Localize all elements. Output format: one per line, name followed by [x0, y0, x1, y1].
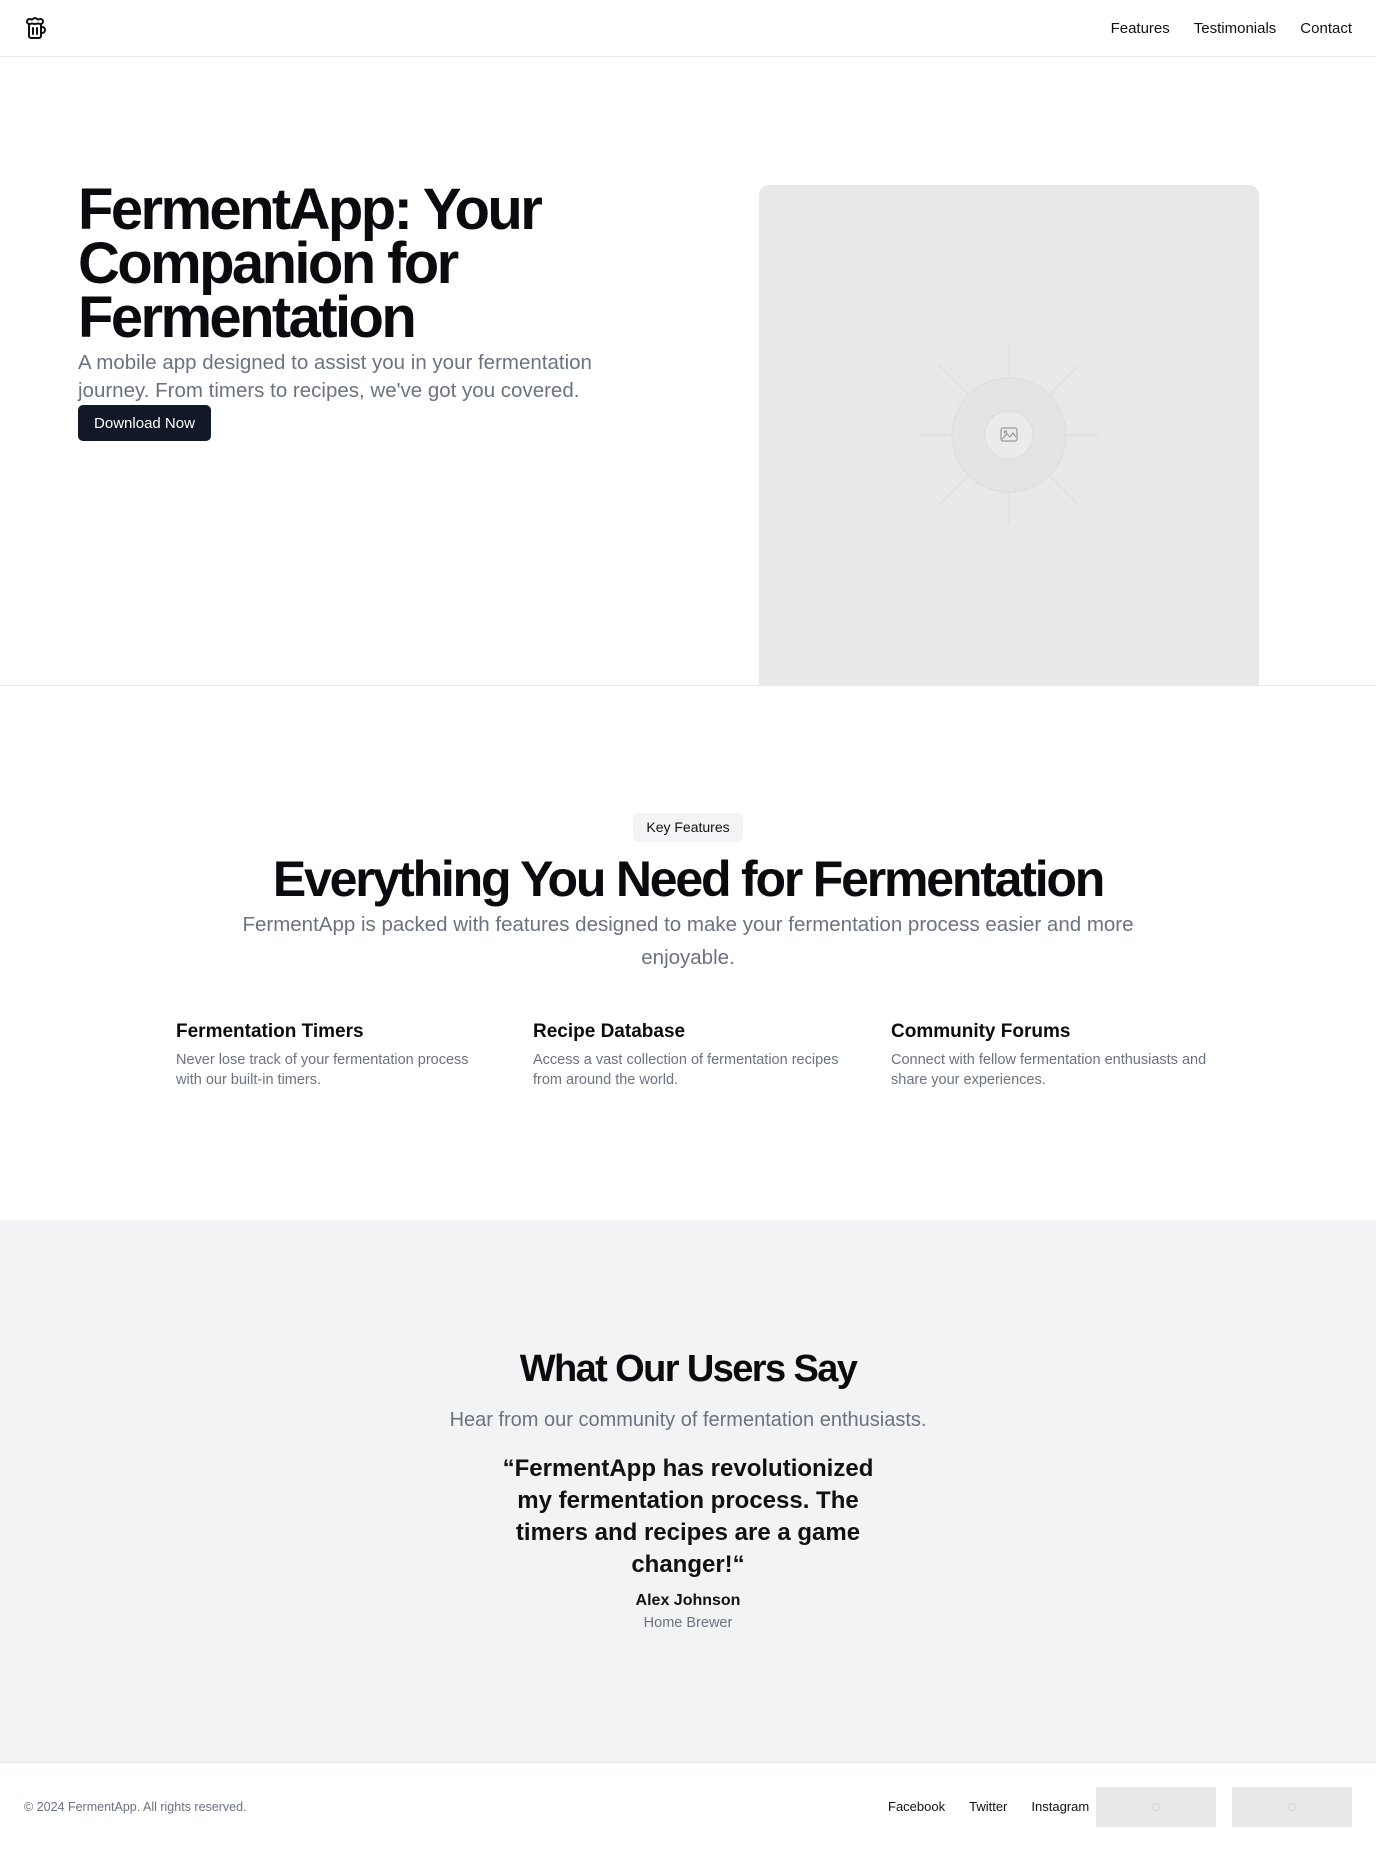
testimonials-section: What Our Users Say Hear from our communi… — [0, 1220, 1376, 1762]
site-header: Features Testimonials Contact — [0, 0, 1376, 57]
footer-image-placeholder — [1096, 1787, 1216, 1827]
feature-card-recipes: Recipe Database Access a vast collection… — [533, 1020, 853, 1090]
copyright-text: © 2024 FermentApp. All rights reserved. — [24, 1800, 247, 1814]
footer-link-twitter[interactable]: Twitter — [969, 1798, 1007, 1816]
hero-image-placeholder — [759, 185, 1259, 686]
feature-card-forums: Community Forums Connect with fellow fer… — [891, 1020, 1211, 1090]
feature-description: Connect with fellow fermentation enthusi… — [891, 1052, 1207, 1088]
testimonial-author: Alex Johnson — [635, 1592, 741, 1609]
feature-card-timers: Fermentation Timers Never lose track of … — [176, 1020, 496, 1090]
features-title: Everything You Need for Fermentation — [272, 851, 1105, 907]
hero-title: FermentApp: Your Companion for Fermentat… — [78, 177, 543, 350]
footer-image-placeholder — [1232, 1787, 1352, 1827]
feature-title: Community Forums — [891, 1021, 1071, 1042]
footer-link-facebook[interactable]: Facebook — [888, 1798, 945, 1816]
main-nav: Features Testimonials Contact — [1111, 0, 1352, 56]
social-links: Facebook Twitter Instagram — [888, 1798, 1089, 1816]
footer-link-instagram[interactable]: Instagram — [1031, 1798, 1089, 1816]
feature-description: Never lose track of your fermentation pr… — [176, 1052, 469, 1088]
feature-title: Fermentation Timers — [176, 1021, 364, 1042]
nav-link-testimonials[interactable]: Testimonials — [1194, 20, 1277, 37]
testimonial-role: Home Brewer — [643, 1615, 733, 1631]
download-now-button[interactable]: Download Now — [78, 405, 211, 441]
nav-link-features[interactable]: Features — [1111, 20, 1170, 37]
features-section: Key Features Everything You Need for Fer… — [0, 686, 1376, 1220]
testimonials-subtitle: Hear from our community of fermentation … — [449, 1409, 927, 1431]
hero-section: FermentApp: Your Companion for Fermentat… — [0, 57, 1376, 686]
image-placeholder-icon — [1152, 1803, 1160, 1811]
nav-link-contact[interactable]: Contact — [1300, 20, 1352, 37]
image-placeholder-icon — [1288, 1803, 1296, 1811]
site-footer: © 2024 FermentApp. All rights reserved. … — [0, 1762, 1376, 1850]
key-features-badge: Key Features — [633, 813, 743, 842]
testimonial-quote: “FermentApp has revolutionized my fermen… — [502, 1455, 874, 1578]
features-subtitle: FermentApp is packed with features desig… — [242, 913, 1134, 969]
beer-mug-icon[interactable] — [24, 16, 48, 40]
feature-title: Recipe Database — [533, 1021, 686, 1042]
feature-description: Access a vast collection of fermentation… — [533, 1052, 839, 1088]
testimonials-title: What Our Users Say — [519, 1348, 858, 1390]
hero-subtitle: A mobile app designed to assist you in y… — [78, 351, 592, 402]
image-placeholder-icon — [919, 345, 1099, 525]
